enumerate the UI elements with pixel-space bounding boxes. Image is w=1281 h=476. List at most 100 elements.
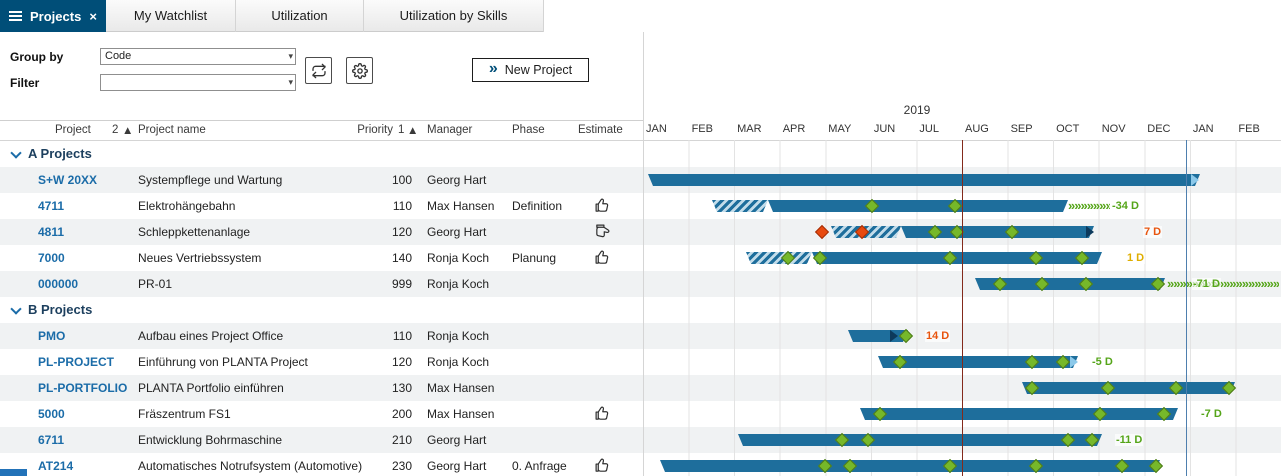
thumbs-up-icon[interactable]: [594, 249, 611, 266]
manager-name: Georg Hart: [427, 173, 486, 187]
tab-label: Utilization: [271, 8, 327, 23]
bar-delay-label: 7 D: [1143, 226, 1162, 238]
project-code-link[interactable]: 5000: [38, 407, 65, 421]
project-name: Systempflege und Wartung: [138, 173, 282, 187]
planta-project-window: My Watchlist Utilization Utilization by …: [0, 0, 1281, 476]
project-name: Automatisches Notrufsystem (Automotive): [138, 459, 362, 473]
project-code-link[interactable]: 7000: [38, 251, 65, 265]
manager-name: Max Hansen: [427, 381, 494, 395]
project-code-link[interactable]: 4711: [38, 199, 64, 213]
gantt-bar[interactable]: [878, 356, 1078, 368]
month-label: FEB: [1238, 123, 1259, 135]
table-row[interactable]: PMOAufbau eines Project Office110Ronja K…: [0, 323, 1281, 349]
tab-projects[interactable]: Projects ×: [0, 0, 106, 32]
tab-utilization[interactable]: Utilization: [236, 0, 364, 32]
table-row[interactable]: 5000Fräszentrum FS1200Max Hansen-7 D: [0, 401, 1281, 427]
month-label: APR: [783, 123, 806, 135]
chevron-down-icon[interactable]: [10, 303, 21, 314]
thumb-sideways-icon[interactable]: [594, 223, 611, 240]
group-row[interactable]: A Projects: [0, 141, 1281, 167]
gantt-bar-planned-segment[interactable]: [712, 200, 768, 212]
column-project-name[interactable]: Project name: [138, 124, 206, 136]
manager-name: Max Hansen: [427, 407, 494, 421]
manager-name: Georg Hart: [427, 459, 486, 473]
project-code-link[interactable]: S+W 20XX: [38, 173, 97, 187]
gantt-bar[interactable]: [660, 460, 1160, 472]
bar-end-marker: [1070, 356, 1078, 368]
table-row[interactable]: 6711Entwicklung Bohrmaschine210Georg Har…: [0, 427, 1281, 453]
thumbs-up-icon[interactable]: [594, 457, 611, 474]
project-code-link[interactable]: PMO: [38, 329, 65, 343]
table-row[interactable]: 000000PR-01999Ronja Koch»»»»»»»»»»»»»»»»…: [0, 271, 1281, 297]
project-code-link[interactable]: 4811: [38, 225, 64, 239]
timeline-year: 2019: [643, 103, 1191, 117]
thumbs-up-icon[interactable]: [594, 405, 611, 422]
table-row[interactable]: PL-PORTFOLIOPLANTA Portfolio einführen13…: [0, 375, 1281, 401]
project-name: Fräszentrum FS1: [138, 407, 231, 421]
group-by-value: Code: [105, 50, 131, 62]
bar-delay-label: -5 D: [1091, 356, 1114, 368]
group-row[interactable]: B Projects: [0, 297, 1281, 323]
month-label: JUL: [919, 123, 939, 135]
month-label: JAN: [1193, 123, 1214, 135]
gantt-row: -11 D: [643, 427, 1281, 453]
column-project[interactable]: Project: [55, 124, 91, 136]
close-tab-icon[interactable]: ×: [89, 10, 97, 23]
table-row[interactable]: 4811Schleppkettenanlage120Georg Hart7 D: [0, 219, 1281, 245]
gantt-bar[interactable]: [648, 174, 1200, 186]
project-code-link[interactable]: PL-PROJECT: [38, 355, 114, 369]
gantt-bar[interactable]: [768, 200, 1068, 212]
phase-value: Planung: [512, 251, 556, 265]
table-row[interactable]: AT214 Automatisches Notrufsystem (Automot…: [0, 453, 1281, 476]
manager-name: Georg Hart: [427, 225, 486, 239]
table-gantt-divider[interactable]: [643, 32, 644, 476]
month-label: MAY: [828, 123, 851, 135]
gear-icon: [352, 63, 368, 79]
project-code-link[interactable]: AT214: [38, 459, 73, 473]
project-name: PR-01: [138, 277, 172, 291]
project-code-link[interactable]: PL-PORTFOLIO: [38, 381, 127, 395]
gantt-bar[interactable]: [860, 408, 1178, 420]
gantt-row: 14 D: [643, 323, 1281, 349]
column-priority[interactable]: Priority: [340, 124, 393, 136]
gantt-bar-planned-segment[interactable]: [746, 252, 812, 264]
table-row[interactable]: 7000Neues Vertriebssystem140Ronja KochPl…: [0, 245, 1281, 271]
tab-utilization-by-skills[interactable]: Utilization by Skills: [364, 0, 544, 32]
gantt-row: [643, 167, 1281, 193]
column-phase[interactable]: Phase: [512, 124, 545, 136]
tab-my-watchlist[interactable]: My Watchlist: [106, 0, 236, 32]
priority-value: 999: [350, 277, 412, 291]
settings-button[interactable]: [346, 57, 373, 84]
tab-label: Utilization by Skills: [400, 8, 508, 23]
group-by-select[interactable]: Code ▾: [100, 48, 296, 65]
phase-value: 0. Anfrage: [512, 459, 567, 473]
bar-delay-label: 1 D: [1126, 252, 1145, 264]
bar-end-marker: [1086, 226, 1094, 238]
project-code-link[interactable]: 6711: [38, 433, 64, 447]
bar-end-marker: [1191, 174, 1199, 186]
month-label: NOV: [1102, 123, 1126, 135]
new-project-button[interactable]: » New Project: [472, 58, 589, 82]
table-row[interactable]: S+W 20XXSystempflege und Wartung100Georg…: [0, 167, 1281, 193]
table-row[interactable]: 4711Elektrohängebahn110Max HansenDefinit…: [0, 193, 1281, 219]
column-manager[interactable]: Manager: [427, 124, 472, 136]
thumbs-up-icon[interactable]: [594, 197, 611, 214]
refresh-button[interactable]: [305, 57, 332, 84]
milestone-diamond[interactable]: [815, 225, 829, 239]
month-label: MAR: [737, 123, 761, 135]
table-row[interactable]: PL-PROJECTEinführung von PLANTA Project1…: [0, 349, 1281, 375]
month-label: OCT: [1056, 123, 1079, 135]
column-estimate[interactable]: Estimate: [578, 124, 623, 136]
project-code-link[interactable]: 000000: [38, 277, 78, 291]
sort-order-priority[interactable]: 1: [398, 124, 404, 136]
sort-order-project[interactable]: 2: [112, 124, 118, 136]
gantt-row: [643, 453, 1281, 476]
gantt-bar[interactable]: [1022, 382, 1235, 394]
bar-delay-label: -71 D: [1192, 278, 1221, 290]
manager-name: Ronja Koch: [427, 355, 489, 369]
filter-select[interactable]: ▾: [100, 74, 296, 91]
chevron-down-icon[interactable]: [10, 147, 21, 158]
gantt-row: [643, 375, 1281, 401]
gantt-bar[interactable]: [738, 434, 1102, 446]
menu-icon[interactable]: [9, 15, 22, 17]
